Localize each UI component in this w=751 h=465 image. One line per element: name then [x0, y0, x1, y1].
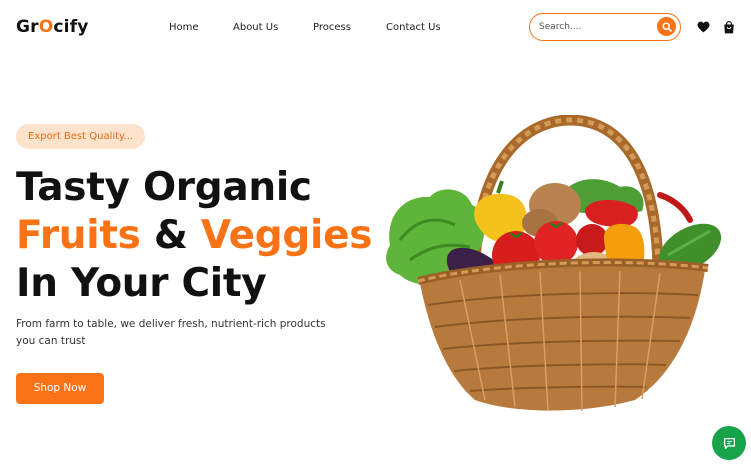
wishlist-button[interactable] — [696, 20, 710, 34]
headline-line-2: Fruits & Veggies — [16, 212, 372, 260]
hero-badge: Export Best Quality... — [16, 124, 146, 149]
cart-button[interactable] — [722, 20, 736, 34]
headline-ampersand: & — [153, 213, 188, 258]
headline-line-3: In Your City — [16, 261, 267, 306]
search-button[interactable] — [657, 17, 676, 36]
nav-item-home[interactable]: Home — [169, 22, 199, 33]
heart-icon — [697, 21, 709, 33]
logo-text-suffix: cify — [53, 17, 89, 37]
headline-line-1: Tasty Organic — [16, 165, 312, 210]
shop-now-button[interactable]: Shop Now — [16, 373, 104, 404]
headline-word-fruits: Fruits — [16, 213, 141, 258]
vegetable-basket-image — [386, 115, 722, 412]
hero-description: From farm to table, we deliver fresh, nu… — [16, 318, 326, 347]
chat-icon — [723, 437, 735, 449]
logo-text-accent: O — [38, 17, 54, 37]
chat-button[interactable] — [712, 426, 746, 460]
search-icon — [661, 21, 672, 32]
brand-logo[interactable]: GrOcify — [16, 17, 89, 37]
nav-item-contact-us[interactable]: Contact Us — [386, 22, 441, 33]
search-input[interactable] — [539, 20, 649, 34]
nav-item-process[interactable]: Process — [313, 22, 351, 33]
nav-item-about-us[interactable]: About Us — [233, 22, 278, 33]
headline-word-veggies: Veggies — [200, 213, 373, 258]
logo-text-prefix: Gr — [16, 17, 39, 37]
hero-headline: Tasty Organic Fruits & Veggies In Your C… — [16, 164, 372, 308]
shopping-bag-icon — [724, 20, 734, 33]
search-bar — [529, 13, 681, 41]
